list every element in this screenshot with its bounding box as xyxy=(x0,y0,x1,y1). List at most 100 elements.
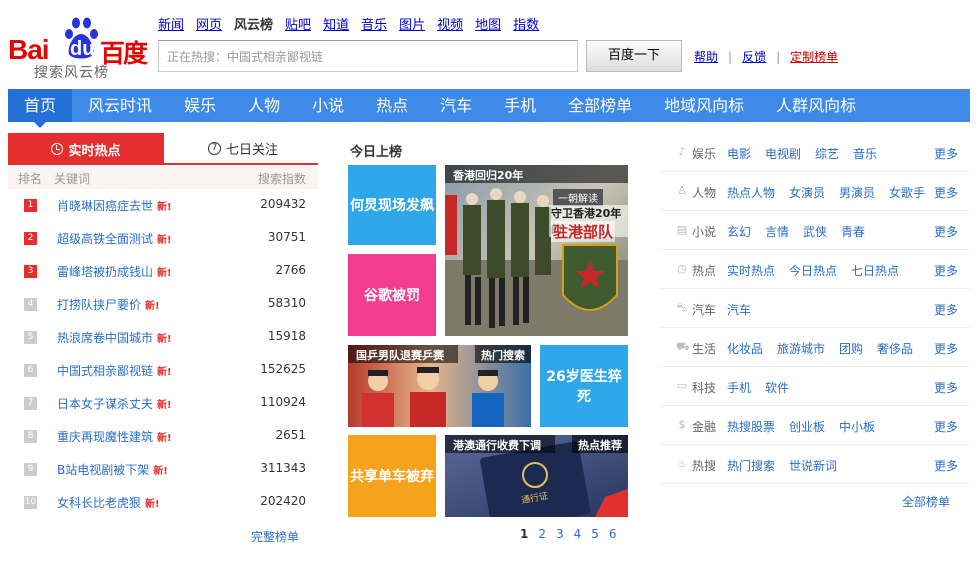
topnav-zhidao[interactable]: 知道 xyxy=(323,14,349,33)
custom-list-link[interactable]: 定制榜单 xyxy=(790,48,838,65)
category-links: 热门搜索 世说新词 xyxy=(727,457,851,474)
all-lists-link[interactable]: 全部榜单 xyxy=(902,493,950,510)
keyword-link[interactable]: 中国式相亲鄙视链 新! xyxy=(57,362,172,379)
category-link[interactable]: 今日热点 xyxy=(789,264,837,278)
keyword-link[interactable]: 重庆再现魔性建筑 新! xyxy=(57,428,172,445)
category-link[interactable]: 团购 xyxy=(839,342,863,356)
category-link[interactable]: 女演员 xyxy=(789,186,825,200)
category-link[interactable]: 中小板 xyxy=(839,420,875,434)
keyword-text: 打捞队挟尸要价 xyxy=(57,298,142,312)
category-link[interactable]: 热搜股票 xyxy=(727,420,775,434)
category-link[interactable]: 化妆品 xyxy=(727,342,763,356)
photo-hk-macau-pass[interactable]: 港澳通行收费下调 热点推荐 通行证 xyxy=(445,435,628,517)
mainnav-region[interactable]: 地域风向标 xyxy=(648,89,760,122)
mainnav-novel[interactable]: 小说 xyxy=(296,89,360,122)
full-list-link[interactable]: 完整榜单 xyxy=(251,528,299,545)
photo-pingpong[interactable]: 国乒男队退赛乒赛 热门搜索 xyxy=(348,345,531,427)
mainnav-phone[interactable]: 手机 xyxy=(488,89,552,122)
keyword-text: B站电视剧被下架 xyxy=(57,463,150,477)
category-link[interactable]: 热门搜索 xyxy=(727,459,775,473)
page-1[interactable]: 1 xyxy=(520,527,528,541)
page-3[interactable]: 3 xyxy=(556,527,564,541)
category-link[interactable]: 青春 xyxy=(841,225,865,239)
mainnav-entertainment[interactable]: 娱乐 xyxy=(168,89,232,122)
category-name: 汽车 xyxy=(692,303,717,317)
category-link[interactable]: 七日热点 xyxy=(851,264,899,278)
category-link[interactable]: 软件 xyxy=(765,381,789,395)
tile-hejiong[interactable]: 何炅现场发飙 xyxy=(348,165,436,245)
keyword-link[interactable]: B站电视剧被下架 新! xyxy=(57,461,168,478)
category-link[interactable]: 武侠 xyxy=(803,225,827,239)
more-link[interactable]: 更多 xyxy=(934,145,958,162)
keyword-text: 热浪席卷中国城市 xyxy=(57,331,154,345)
page-6[interactable]: 6 xyxy=(609,527,617,541)
category-link[interactable]: 汽车 xyxy=(727,303,751,317)
keyword-link[interactable]: 日本女子谋杀丈夫 新! xyxy=(57,395,172,412)
category-link[interactable]: 言情 xyxy=(765,225,789,239)
page-5[interactable]: 5 xyxy=(591,527,599,541)
mainnav-people[interactable]: 人物 xyxy=(232,89,296,122)
category-link[interactable]: 世说新词 xyxy=(789,459,837,473)
logo-du: du xyxy=(70,38,95,60)
category-link[interactable]: 热点人物 xyxy=(727,186,775,200)
page-4[interactable]: 4 xyxy=(574,527,582,541)
baidu-logo[interactable]: Bai du 百度 搜索风云榜 xyxy=(8,12,148,82)
mainnav-hot[interactable]: 热点 xyxy=(360,89,424,122)
keyword-link[interactable]: 打捞队挟尸要价 新! xyxy=(57,296,160,313)
topnav-news[interactable]: 新闻 xyxy=(158,14,184,33)
page-2[interactable]: 2 xyxy=(538,527,546,541)
keyword-link[interactable]: 女科长比老虎狠 新! xyxy=(57,494,160,511)
more-link[interactable]: 更多 xyxy=(934,301,958,318)
category-link[interactable]: 电影 xyxy=(727,147,751,161)
search-button[interactable]: 百度一下 xyxy=(586,40,682,72)
category-link[interactable]: 音乐 xyxy=(853,147,877,161)
topnav-index[interactable]: 指数 xyxy=(513,14,539,33)
category-link[interactable]: 综艺 xyxy=(815,147,839,161)
table-row: 5 热浪席卷中国城市 新! 15918 xyxy=(8,323,318,356)
mainnav-crowd[interactable]: 人群风向标 xyxy=(760,89,872,122)
help-link[interactable]: 帮助 xyxy=(694,48,718,65)
more-link[interactable]: 更多 xyxy=(934,262,958,279)
topnav-web[interactable]: 网页 xyxy=(196,14,222,33)
more-link[interactable]: 更多 xyxy=(934,184,958,201)
search-input[interactable]: 正在热搜：中国式相亲鄙视链 xyxy=(158,40,578,72)
mainnav-news[interactable]: 风云时讯 xyxy=(72,89,168,122)
tab-realtime-hot[interactable]: 实时热点 xyxy=(8,133,164,165)
keyword-link[interactable]: 超级高铁全面测试 新! xyxy=(57,230,172,247)
category-link[interactable]: 玄幻 xyxy=(727,225,751,239)
category-link[interactable]: 实时热点 xyxy=(727,264,775,278)
more-link[interactable]: 更多 xyxy=(934,223,958,240)
mainnav-home[interactable]: 首页 xyxy=(8,89,73,128)
tile-shared-bike[interactable]: 共享单车被弃 xyxy=(348,435,436,517)
more-link[interactable]: 更多 xyxy=(934,457,958,474)
tab-seven-day[interactable]: 7 七日关注 xyxy=(168,133,318,163)
topnav-map[interactable]: 地图 xyxy=(475,14,501,33)
category-link[interactable]: 奢侈品 xyxy=(877,342,913,356)
category-link[interactable]: 创业板 xyxy=(789,420,825,434)
keyword-link[interactable]: 雷峰塔被扔成钱山 新! xyxy=(57,263,172,280)
more-link[interactable]: 更多 xyxy=(934,379,958,396)
category-link[interactable]: 电视剧 xyxy=(765,147,801,161)
topnav-video[interactable]: 视频 xyxy=(437,14,463,33)
keyword-link[interactable]: 肖晓琳因癌症去世 新! xyxy=(57,197,172,214)
topnav-images[interactable]: 图片 xyxy=(399,14,425,33)
topnav-tieba[interactable]: 贴吧 xyxy=(285,14,311,33)
new-badge: 新! xyxy=(157,400,172,411)
category-row: ♨ 热搜 热门搜索 世说新词 更多 xyxy=(660,445,970,484)
mainnav-all-lists[interactable]: 全部榜单 xyxy=(552,89,648,122)
category-link[interactable]: 手机 xyxy=(727,381,751,395)
feedback-link[interactable]: 反馈 xyxy=(742,48,766,65)
tile-doctor[interactable]: 26岁医生猝死 xyxy=(540,345,628,427)
mainnav-car[interactable]: 汽车 xyxy=(424,89,488,122)
category-link[interactable]: 男演员 xyxy=(839,186,875,200)
topnav-fengyunbang[interactable]: 风云榜 xyxy=(234,14,273,33)
tile-google-fined[interactable]: 谷歌被罚 xyxy=(348,254,436,336)
more-link[interactable]: 更多 xyxy=(934,340,958,357)
keyword-link[interactable]: 热浪席卷中国城市 新! xyxy=(57,329,172,346)
category-link[interactable]: 女歌手 xyxy=(889,186,925,200)
more-link[interactable]: 更多 xyxy=(934,418,958,435)
topnav-music[interactable]: 音乐 xyxy=(361,14,387,33)
photo-hk-army[interactable]: 香港回归20年 一朝解读 守卫香港20年的 驻港部队 xyxy=(445,165,628,336)
music-icon: ♪ xyxy=(678,145,686,158)
category-link[interactable]: 旅游城市 xyxy=(777,342,825,356)
